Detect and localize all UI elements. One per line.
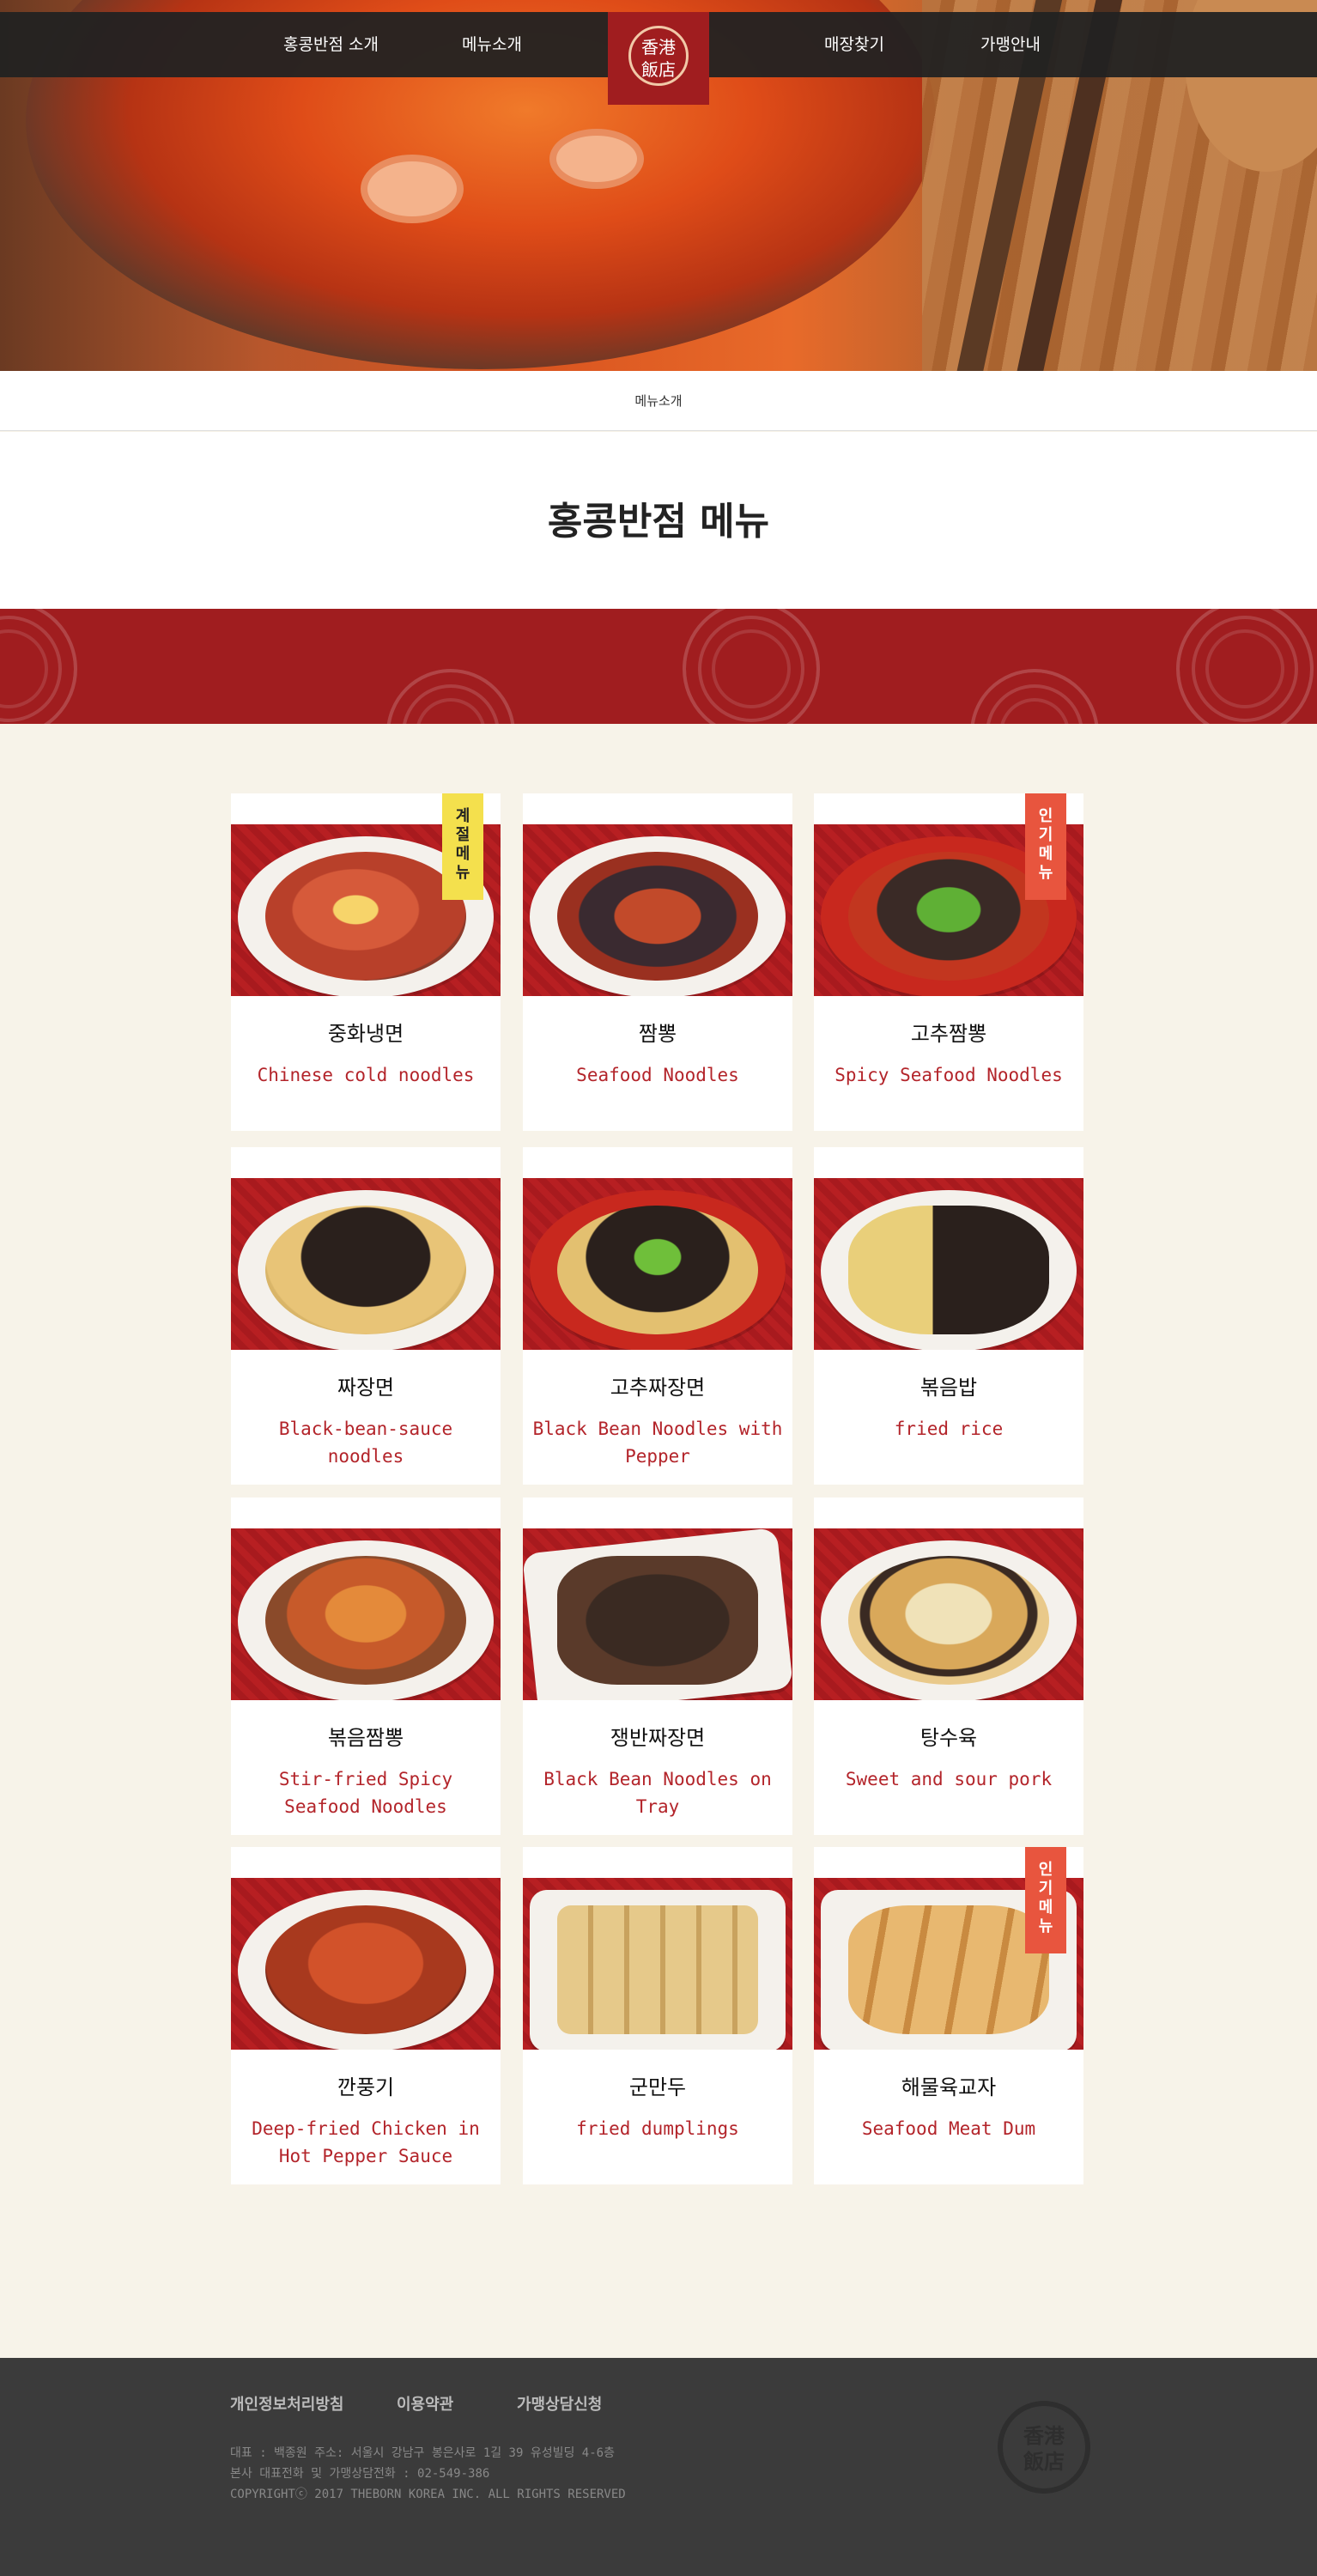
- menu-name-kr: 고추짜장면: [610, 1376, 706, 1400]
- menu-photo: [523, 1178, 792, 1350]
- nav-item-about[interactable]: 홍콩반점 소개: [283, 12, 379, 77]
- footer-phone: 본사 대표전화 및 가맹상담전화 : 02-549-386: [230, 2467, 490, 2481]
- menu-card[interactable]: 쟁반짜장면 Black Bean Noodles on Tray: [523, 1498, 792, 1835]
- menu-name-en: Seafood Noodles: [576, 1065, 739, 1085]
- menu-photo: [814, 1528, 1083, 1700]
- logo-text-bottom: 飯店: [641, 59, 676, 80]
- menu-card[interactable]: 깐풍기 Deep-fried Chicken in Hot Pepper Sau…: [231, 1847, 501, 2184]
- menu-card[interactable]: 인기메뉴 해물육교자 Seafood Meat Dum: [814, 1847, 1083, 2184]
- knot-pattern-icon: [386, 669, 515, 724]
- top-nav: 홍콩반점 소개 메뉴소개 香港 飯店 매장찾기 가맹안내: [0, 12, 1317, 105]
- menu-photo: [231, 1878, 501, 2050]
- menu-card[interactable]: 탕수육 Sweet and sour pork: [814, 1498, 1083, 1835]
- site-footer: 개인정보처리방침 이용약관 가맹상담신청 대표 : 백종원 주소: 서울시 강남…: [0, 2358, 1317, 2576]
- menu-name-kr: 군만두: [628, 2075, 687, 2099]
- menu-name-kr: 쟁반짜장면: [610, 1726, 706, 1750]
- menu-card[interactable]: 볶음밥 fried rice: [814, 1147, 1083, 1485]
- footer-address: 대표 : 백종원 주소: 서울시 강남구 봉은사로 1길 39 유성빌딩 4-6…: [230, 2446, 615, 2460]
- menu-name-kr: 깐풍기: [337, 2075, 395, 2099]
- brand-logo[interactable]: 香港 飯店: [608, 12, 709, 105]
- menu-name-en: Black Bean Noodles on Tray: [543, 1769, 772, 1817]
- logo-text-top: 香港: [641, 37, 676, 58]
- menu-photo: [814, 1178, 1083, 1350]
- breadcrumb: 메뉴소개: [0, 371, 1317, 431]
- menu-name-en: Seafood Meat Dum: [861, 2118, 1036, 2139]
- menu-photo: [523, 1878, 792, 2050]
- menu-card[interactable]: 인기메뉴 고추짬뽕 Spicy Seafood Noodles: [814, 793, 1083, 1131]
- hero-shrimp-image: [549, 129, 644, 189]
- title-section: 홍콩반점 메뉴: [0, 432, 1317, 609]
- menu-name-en: Chinese cold noodles: [257, 1065, 475, 1085]
- popular-menu-badge: 인기메뉴: [1025, 1847, 1066, 1953]
- knot-pattern-icon: [1176, 609, 1314, 724]
- logo-seal-icon: 香港 飯店: [628, 26, 689, 86]
- menu-name-en: Black Bean Noodles with Pepper: [532, 1419, 783, 1467]
- menu-name-en: Black-bean-sauce noodles: [278, 1419, 453, 1467]
- footer-logo-text-bottom: 飯店: [1023, 2449, 1065, 2474]
- menu-photo: [231, 1528, 501, 1700]
- knot-pattern-icon: [970, 669, 1099, 724]
- menu-name-en: Deep-fried Chicken in Hot Pepper Sauce: [252, 2118, 480, 2166]
- menu-name-kr: 볶음밥: [919, 1376, 978, 1400]
- menu-name-kr: 짜장면: [337, 1376, 395, 1400]
- menu-name-en: Sweet and sour pork: [845, 1769, 1053, 1789]
- footer-link-terms[interactable]: 이용약관: [397, 2392, 453, 2415]
- menu-name-kr: 탕수육: [919, 1726, 978, 1750]
- menu-name-kr: 중화냉면: [327, 1022, 404, 1046]
- nav-item-menu[interactable]: 메뉴소개: [462, 12, 522, 77]
- knot-pattern-icon: [683, 609, 820, 724]
- footer-copyright: COPYRIGHTⓒ 2017 THEBORN KOREA INC. ALL R…: [230, 2488, 626, 2501]
- menu-name-en: Spicy Seafood Noodles: [835, 1065, 1063, 1085]
- footer-logo-text-top: 香港: [1023, 2423, 1065, 2448]
- nav-item-stores[interactable]: 매장찾기: [824, 12, 884, 77]
- menu-card[interactable]: 짬뽕 Seafood Noodles: [523, 793, 792, 1131]
- menu-name-en: fried rice: [894, 1419, 1004, 1439]
- hero-shrimp-image: [361, 155, 464, 223]
- decorative-band: [0, 609, 1317, 724]
- menu-photo: [523, 824, 792, 996]
- breadcrumb-label: 메뉴소개: [634, 393, 683, 409]
- menu-card[interactable]: 계절메뉴 중화냉면 Chinese cold noodles: [231, 793, 501, 1131]
- menu-name-kr: 고추짬뽕: [910, 1022, 987, 1046]
- page-title: 홍콩반점 메뉴: [547, 500, 770, 544]
- menu-name-kr: 짬뽕: [638, 1022, 677, 1046]
- menu-photo: [523, 1528, 792, 1700]
- menu-name-kr: 볶음짬뽕: [327, 1726, 404, 1750]
- menu-card[interactable]: 짜장면 Black-bean-sauce noodles: [231, 1147, 501, 1485]
- footer-link-privacy[interactable]: 개인정보처리방침: [230, 2392, 343, 2415]
- popular-menu-badge: 인기메뉴: [1025, 793, 1066, 900]
- menu-name-en: fried dumplings: [576, 2118, 739, 2139]
- menu-card[interactable]: 고추짜장면 Black Bean Noodles with Pepper: [523, 1147, 792, 1485]
- footer-link-franchise-inquiry[interactable]: 가맹상담신청: [517, 2392, 602, 2415]
- nav-item-franchise[interactable]: 가맹안내: [980, 12, 1041, 77]
- menu-card[interactable]: 군만두 fried dumplings: [523, 1847, 792, 2184]
- footer-logo-icon: 香港 飯店: [998, 2401, 1090, 2494]
- seasonal-menu-badge: 계절메뉴: [442, 793, 483, 900]
- menu-name-kr: 해물육교자: [901, 2075, 997, 2099]
- menu-name-en: Stir-fried Spicy Seafood Noodles: [278, 1769, 453, 1817]
- menu-photo: [231, 1178, 501, 1350]
- knot-pattern-icon: [0, 609, 77, 724]
- menu-card[interactable]: 볶음짬뽕 Stir-fried Spicy Seafood Noodles: [231, 1498, 501, 1835]
